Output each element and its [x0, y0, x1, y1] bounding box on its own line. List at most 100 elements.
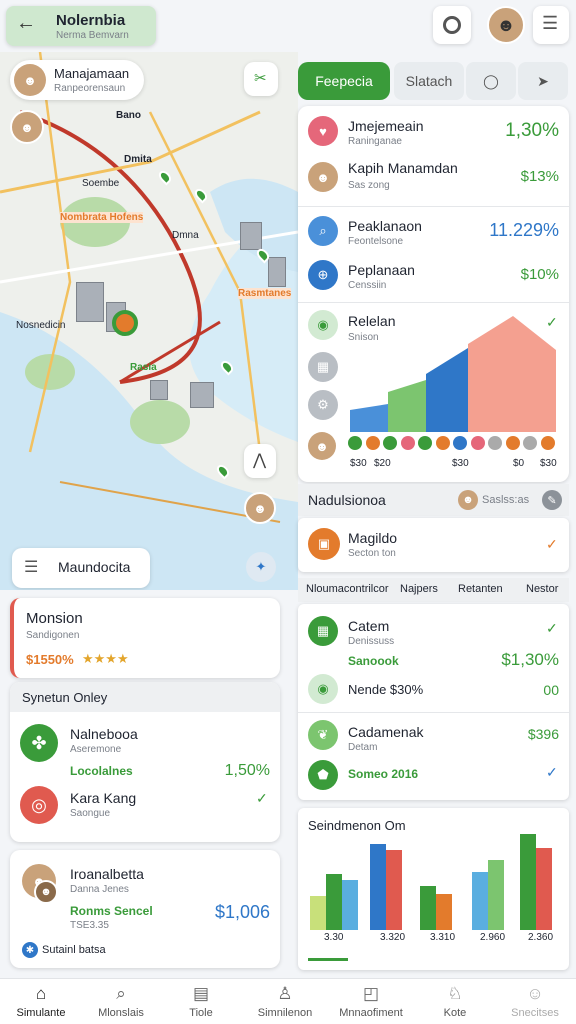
home-icon: ⌂ [35, 984, 47, 1003]
person-icon: ☻ [496, 14, 516, 35]
axis-tick: $0 [513, 458, 525, 469]
item-title: Nalnebooa [70, 726, 138, 742]
item-sub: Saongue [70, 808, 111, 819]
settings-icon: ⚙ [308, 390, 338, 420]
axis-tick: 3.310 [430, 932, 456, 943]
nav-simulante[interactable]: ⌂ Simulante [0, 982, 82, 1024]
area-segment [426, 348, 468, 432]
legend-dot [540, 436, 555, 450]
tab-label: Slatach [405, 73, 453, 89]
item-title: Kara Kang [70, 790, 137, 806]
grid-icon: ▦ [308, 616, 338, 646]
item-sub: Detam [348, 742, 378, 753]
menu-icon: ☰ [542, 13, 559, 33]
zoom-button[interactable]: ✂ [244, 62, 278, 96]
list-item[interactable]: ✤ Nalnebooa Aseremone Locolalnes 1,50% [10, 718, 280, 779]
map-view[interactable]: Bano Soembe Dmita Dmna Nombrata Hofens R… [0, 52, 298, 590]
section-title: Nadulsionoa [308, 492, 386, 508]
tab-feepecia[interactable]: Feepecia [298, 62, 390, 100]
item-tag: Locolalnes [70, 764, 133, 778]
map-place-label: Rasia [130, 362, 157, 373]
person-icon: ♙ [277, 984, 293, 1003]
target-icon: ◎ [20, 786, 58, 824]
compass-icon[interactable]: ✦ [246, 552, 276, 582]
axis-tick: 2.360 [528, 932, 554, 943]
avatar[interactable]: ☻ [244, 492, 276, 524]
item-value: 1,50% [224, 762, 270, 779]
edit-icon[interactable]: ✎ [542, 490, 562, 510]
check-icon: ✓ [546, 536, 558, 552]
tab-slatach[interactable]: Slatach [394, 62, 464, 100]
tab-chat[interactable]: ◯ [466, 62, 516, 100]
item-value: $396 [527, 726, 559, 742]
person-card[interactable]: ☻ ☻ Iroanalbetta Danna Jenes Ronms Sence… [10, 850, 280, 968]
column-header[interactable]: Najpers [400, 583, 438, 595]
item-title: Nende $30% [348, 682, 424, 697]
menu-button[interactable]: ☰ [533, 6, 569, 44]
back-arrow-icon[interactable]: ← [16, 12, 36, 35]
list-item[interactable]: ⌕ Peaklanaon Feontelsone 11.229% [298, 210, 569, 254]
chart-title: Seindmenon Om [308, 818, 406, 833]
avatar: ☻ [308, 432, 336, 460]
list-item[interactable]: ☻ Kapih Manamdan Sas zong $13% [298, 154, 569, 204]
legend-dot [523, 436, 537, 450]
stats-list: ♥ Jmejemeain Raninganae 1,30% ☻ Kapih Ma… [298, 106, 569, 482]
item-title: Peaklanaon [348, 218, 422, 234]
item-value: $1,30% [501, 650, 559, 669]
record-button[interactable] [433, 6, 471, 44]
avatar: ☻ [458, 490, 478, 510]
legend-dot [470, 436, 485, 450]
nav-simnilenon[interactable]: ♙ Simnilenon [244, 982, 326, 1024]
list-item[interactable]: ⊕ Peplanaan Censsiin $10% [298, 254, 569, 298]
item-value: $1,006 [214, 902, 270, 922]
chart-bar [520, 834, 536, 930]
map-place-label: Bano [116, 110, 141, 121]
map-profile-title: Manajamaan [54, 66, 130, 81]
mid-list: ▦ Catem Denissuss Sanoook ✓ $1,30% ◉ Nen… [298, 604, 569, 800]
chart-bar [472, 872, 488, 930]
nav-snecitses[interactable]: ☺ Snecitses [494, 982, 576, 1024]
map-building [76, 282, 104, 322]
nav-kote[interactable]: ♘ Kote [414, 982, 496, 1024]
list-item[interactable]: ♥ Jmejemeain Raninganae 1,30% [298, 106, 569, 154]
item-title: Cadamenak [348, 724, 424, 740]
item-tag: Ronms Sencel [70, 904, 153, 918]
check-icon: ✓ [256, 790, 268, 806]
chart-underline [308, 958, 348, 961]
chat-icon: ◯ [483, 72, 499, 89]
nav-tiole[interactable]: ▤ Tiole [160, 982, 242, 1024]
nav-mnnaofiment[interactable]: ◰ Mnnaofiment [330, 982, 412, 1024]
notification-icon: ◰ [362, 984, 380, 1003]
avatar[interactable]: ☻ [10, 110, 44, 144]
list-item[interactable]: ◎ Kara Kang Saongue ✓ [10, 782, 280, 834]
column-header[interactable]: Nestor [526, 583, 558, 595]
section-label: Synetun Onley [22, 690, 108, 705]
map-place-label: Dmita [124, 154, 152, 165]
nav-mlonslais[interactable]: ⌕ Mlonslais [80, 982, 162, 1024]
area-axis: $30 $20 $30 $0 $30 [348, 458, 563, 472]
gear-icon: ✱ [22, 942, 38, 958]
item-title: Magildo [348, 530, 398, 546]
shield-icon: ⬟ [308, 760, 338, 790]
nav-label: Mlonslais [98, 1007, 144, 1019]
map-profile-chip[interactable]: ☻ Manajamaan Ranpeorensaun [10, 60, 144, 100]
current-location-marker[interactable] [112, 310, 138, 336]
axis-tick: 2.960 [480, 932, 506, 943]
item-sub: Sas zong [348, 180, 390, 191]
section-right-label: Saslss:as [482, 494, 530, 506]
area-chart [350, 316, 556, 432]
user-avatar[interactable]: ☻ [487, 6, 525, 44]
column-header[interactable]: Retanten [458, 583, 503, 595]
magildo-item[interactable]: ▣ Magildo Secton ton ✓ [298, 518, 569, 572]
navigate-button[interactable]: ⋀ [244, 444, 276, 478]
monsion-card[interactable]: Monsion Sandigonen $1550% ★★★★ [10, 598, 280, 678]
scissors-icon: ✂ [254, 70, 267, 87]
map-bottom-chip[interactable]: ☰ Maundocita [12, 548, 150, 588]
item-title: Someo 2016 [348, 767, 419, 781]
map-building [190, 382, 214, 408]
clover-icon: ✤ [20, 724, 58, 762]
tab-send[interactable]: ➤ [518, 62, 568, 100]
area-segment [388, 380, 426, 432]
column-header[interactable]: Nloumacontrilcor [306, 583, 389, 595]
star-rating-icon: ★★★★ [82, 651, 129, 666]
